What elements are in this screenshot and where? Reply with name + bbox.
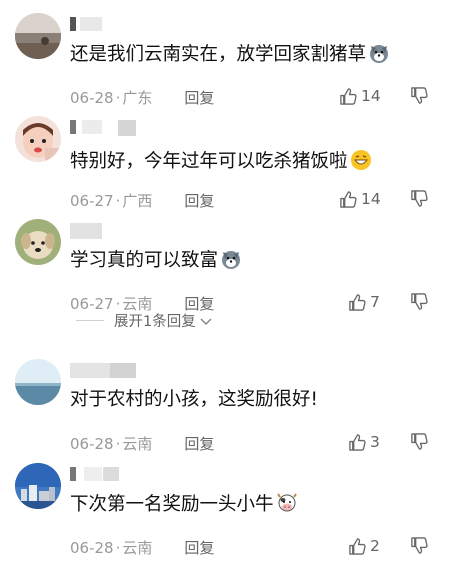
avatar[interactable] — [15, 116, 61, 162]
thumbs-down-icon[interactable] — [410, 432, 429, 451]
thumbs-down-icon[interactable] — [410, 86, 429, 105]
comment-meta: 06-27 · 广西 回复 — [70, 192, 215, 210]
username-redacted — [118, 120, 136, 136]
username-redacted — [70, 223, 102, 239]
thumbs-up-icon — [340, 87, 357, 105]
avatar[interactable] — [15, 359, 61, 405]
chevron-down-icon — [200, 317, 212, 325]
comment-date: 06-27 — [70, 192, 114, 210]
comment-date: 06-28 — [70, 539, 114, 557]
avatar[interactable] — [15, 463, 61, 509]
username-redacted — [82, 120, 102, 134]
thumbs-up-icon — [340, 190, 357, 208]
username-redacted — [84, 467, 102, 481]
comment-location: 云南 — [122, 435, 153, 453]
thumbs-up-icon — [349, 433, 366, 451]
comment-list: 还是我们云南实在，放学回家割猪草 06-28 · 广东 回复 14 特别好，今年过年可… — [0, 0, 460, 565]
expand-replies-button[interactable]: 展开1条回复 — [76, 310, 213, 331]
avatar-image — [15, 463, 61, 509]
like-button[interactable]: 14 — [339, 85, 381, 107]
username-redacted — [70, 363, 110, 378]
comment-meta: 06-28 · 广东 回复 — [70, 89, 215, 107]
username-redacted — [110, 363, 136, 378]
avatar-image — [15, 13, 61, 59]
expand-replies-label: 展开1条回复 — [114, 314, 196, 330]
avatar-image — [15, 116, 61, 162]
avatar-image — [15, 359, 61, 405]
like-button[interactable]: 14 — [339, 188, 381, 210]
comment-location: 广西 — [122, 192, 153, 210]
like-button[interactable]: 3 — [348, 431, 380, 453]
thumbs-up-icon — [349, 537, 366, 555]
avatar-image — [15, 219, 61, 265]
comment-text: 对于农村的小孩，这奖励很好! — [70, 389, 318, 410]
dog-face-icon — [368, 42, 390, 64]
reply-button[interactable]: 回复 — [184, 435, 214, 453]
avatar[interactable] — [15, 13, 61, 59]
comment-date: 06-28 — [70, 89, 114, 107]
comment-location: 云南 — [122, 539, 153, 557]
comment-text: 特别好，今年过年可以吃杀猪饭啦 — [70, 149, 372, 174]
grinning-face-icon — [350, 149, 372, 171]
comment-date: 06-28 — [70, 435, 114, 453]
comment-meta: 06-28 · 云南 回复 — [70, 435, 215, 453]
thumbs-down-icon[interactable] — [410, 189, 429, 208]
divider — [76, 320, 104, 321]
thumbs-down-icon[interactable] — [410, 292, 429, 311]
dog-face-icon — [220, 248, 242, 270]
avatar[interactable] — [15, 219, 61, 265]
username-redacted — [70, 17, 76, 31]
reply-button[interactable]: 回复 — [184, 89, 214, 107]
username-redacted — [70, 120, 76, 134]
comment-text: 还是我们云南实在，放学回家割猪草 — [70, 42, 390, 67]
thumbs-up-icon — [349, 293, 366, 311]
username-redacted — [70, 467, 76, 481]
like-button[interactable]: 2 — [348, 535, 380, 557]
cow-face-icon — [276, 492, 298, 514]
like-button[interactable]: 7 — [348, 291, 380, 313]
like-count: 2 — [370, 537, 380, 555]
like-count: 14 — [361, 190, 381, 208]
comment-meta: 06-28 · 云南 回复 — [70, 539, 215, 557]
comment-location: 广东 — [122, 89, 153, 107]
reply-button[interactable]: 回复 — [184, 539, 214, 557]
like-count: 3 — [370, 433, 380, 451]
like-count: 14 — [361, 87, 381, 105]
comment-text: 下次第一名奖励一头小牛 — [70, 492, 298, 517]
like-count: 7 — [370, 293, 380, 311]
username-redacted — [80, 17, 102, 31]
reply-button[interactable]: 回复 — [184, 192, 214, 210]
comment-text: 学习真的可以致富 — [70, 248, 242, 273]
username-redacted — [103, 467, 119, 481]
thumbs-down-icon[interactable] — [410, 536, 429, 555]
